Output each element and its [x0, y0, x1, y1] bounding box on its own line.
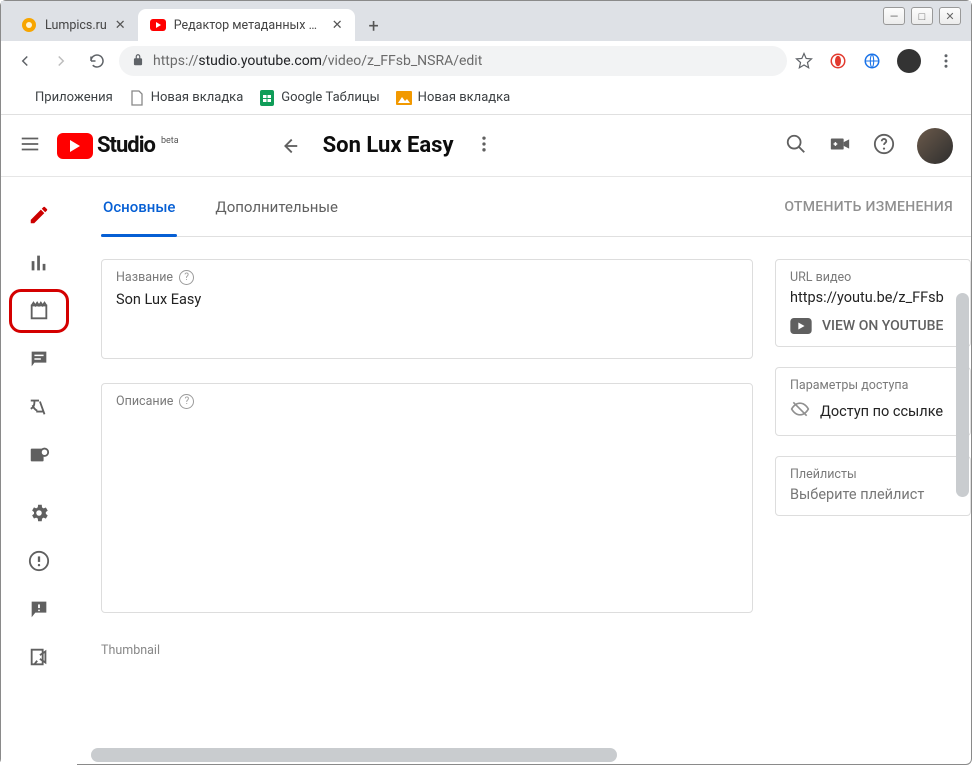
thumbnail-label: Thumbnail	[101, 643, 753, 658]
revert-changes-button[interactable]: ОТМЕНИТЬ ИЗМЕНЕНИЯ	[784, 199, 971, 215]
tab-advanced[interactable]: Дополнительные	[213, 177, 340, 236]
sheets-icon	[259, 90, 275, 106]
description-field[interactable]: Описание ?	[101, 383, 753, 613]
bookmark-label: Новая вкладка	[418, 90, 511, 105]
header-more-button[interactable]	[474, 134, 494, 158]
description-label: Описание ?	[116, 394, 738, 409]
profile-avatar[interactable]	[897, 49, 921, 73]
tab-title: Lumpics.ru	[45, 18, 107, 33]
tab-title: Редактор метаданных видео – Y	[174, 18, 324, 33]
bookmark-item[interactable]: Google Таблицы	[259, 90, 379, 106]
bookmarks-bar: Приложения Новая вкладка Google Таблицы …	[1, 81, 971, 115]
horizontal-scrollbar[interactable]	[91, 748, 967, 762]
sidebar	[1, 177, 77, 766]
visibility-label: Параметры доступа	[790, 378, 970, 393]
youtube-studio-logo[interactable]: Studio beta	[57, 133, 179, 159]
help-button[interactable]	[873, 133, 895, 159]
video-url-card: URL видео https://youtu.be/z_FFsb VIEW O…	[775, 259, 971, 347]
header-back-button[interactable]	[275, 132, 303, 160]
apps-grid-icon	[13, 90, 29, 106]
menu-toggle-button[interactable]	[19, 133, 41, 159]
title-input[interactable]: Son Lux Easy	[116, 291, 738, 308]
sidebar-item-other[interactable]	[1, 431, 77, 479]
toolbar-right-icons	[795, 49, 961, 73]
account-avatar[interactable]	[917, 128, 953, 164]
view-on-youtube-button[interactable]: VIEW ON YOUTUBE	[790, 318, 970, 334]
page-icon	[129, 90, 145, 106]
url-bar[interactable]: https://studio.youtube.com/video/z_FFsb_…	[119, 46, 787, 76]
sidebar-item-details[interactable]	[1, 191, 77, 239]
visibility-value: Доступ по ссылке	[820, 403, 943, 420]
browser-tab-lumpics[interactable]: Lumpics.ru ✕	[9, 9, 138, 41]
playlists-card[interactable]: Плейлисты Выберите плейлист	[775, 456, 971, 516]
nav-back-button[interactable]	[11, 47, 39, 75]
sidebar-item-creator-classic[interactable]	[1, 633, 77, 681]
help-icon[interactable]: ?	[179, 270, 194, 285]
bookmark-star-icon[interactable]	[795, 52, 813, 70]
chrome-menu-icon[interactable]	[937, 52, 955, 70]
studio-logo-text: Studio	[97, 133, 155, 158]
video-url-label: URL видео	[790, 270, 970, 285]
sidebar-item-settings[interactable]	[1, 489, 77, 537]
new-tab-button[interactable]: +	[361, 13, 387, 39]
close-window-button[interactable]: ✕	[939, 7, 961, 25]
visibility-unlisted-icon	[790, 399, 810, 423]
browser-toolbar: https://studio.youtube.com/video/z_FFsb_…	[1, 41, 971, 81]
search-button[interactable]	[785, 133, 807, 159]
browser-tab-studio[interactable]: Редактор метаданных видео – Y ✕	[138, 9, 355, 41]
bookmark-item[interactable]: Новая вкладка	[129, 90, 244, 106]
playlists-label: Плейлисты	[790, 467, 970, 482]
vertical-scrollbar[interactable]	[956, 293, 969, 746]
sidebar-item-translations[interactable]	[1, 383, 77, 431]
studio-header: Studio beta Son Lux Easy	[1, 115, 971, 177]
apps-shortcut[interactable]: Приложения	[13, 90, 113, 106]
image-icon	[396, 90, 412, 106]
bookmark-item[interactable]: Новая вкладка	[396, 90, 511, 106]
playlists-placeholder: Выберите плейлист	[790, 486, 970, 503]
favicon-youtube-icon	[150, 17, 166, 33]
extension-opera-icon[interactable]	[829, 52, 847, 70]
sidebar-item-comments[interactable]	[1, 335, 77, 383]
tab-basic[interactable]: Основные	[101, 177, 177, 236]
title-field[interactable]: Название ? Son Lux Easy	[101, 259, 753, 359]
maximize-button[interactable]: □	[911, 7, 933, 25]
page-title: Son Lux Easy	[323, 133, 454, 158]
tab-close-icon[interactable]: ✕	[115, 18, 126, 33]
help-icon[interactable]: ?	[179, 394, 194, 409]
create-button[interactable]	[829, 133, 851, 159]
minimize-button[interactable]: —	[883, 7, 905, 25]
studio-beta-badge: beta	[161, 136, 179, 146]
tab-close-icon[interactable]: ✕	[332, 18, 343, 33]
sidebar-item-feedback[interactable]	[1, 585, 77, 633]
sidebar-item-whatsnew[interactable]	[1, 537, 77, 585]
bookmark-label: Google Таблицы	[281, 90, 379, 105]
favicon-lumpics-icon	[21, 17, 37, 33]
youtube-play-icon	[57, 133, 93, 159]
browser-tab-strip: Lumpics.ru ✕ Редактор метаданных видео –…	[1, 1, 971, 41]
extension-globe-icon[interactable]	[863, 52, 881, 70]
sidebar-item-editor[interactable]	[9, 289, 69, 333]
window-controls: — □ ✕	[883, 7, 961, 25]
nav-reload-button[interactable]	[83, 47, 111, 75]
title-label: Название ?	[116, 270, 738, 285]
video-url-value[interactable]: https://youtu.be/z_FFsb	[790, 289, 970, 306]
lock-icon	[131, 52, 145, 71]
bookmark-label: Новая вкладка	[151, 90, 244, 105]
visibility-card[interactable]: Параметры доступа Доступ по ссылке	[775, 367, 971, 436]
url-text: https://studio.youtube.com/video/z_FFsb_…	[153, 53, 482, 69]
apps-label: Приложения	[35, 90, 113, 105]
header-actions	[785, 128, 953, 164]
sidebar-item-analytics[interactable]	[1, 239, 77, 287]
metadata-tabs: Основные Дополнительные ОТМЕНИТЬ ИЗМЕНЕН…	[101, 177, 971, 237]
nav-forward-button[interactable]	[47, 47, 75, 75]
